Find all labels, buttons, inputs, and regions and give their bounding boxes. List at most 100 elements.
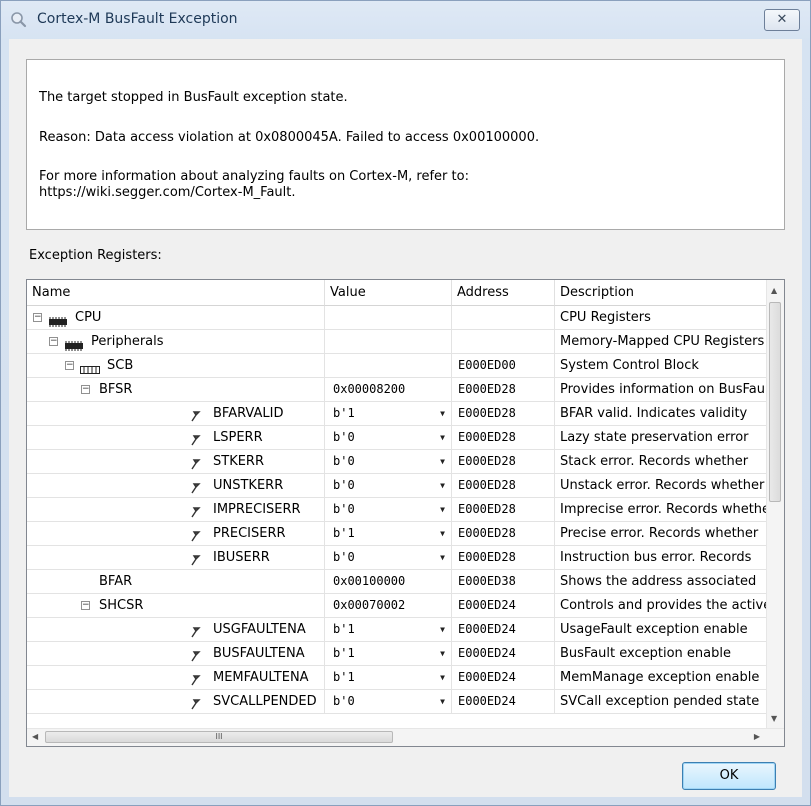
name-cell: MEMFAULTENA	[27, 666, 325, 690]
address-cell: E000ED28	[452, 498, 555, 522]
table-row[interactable]: BFAR 0x00100000 E000ED38 Shows the address …	[27, 570, 767, 594]
value-dropdown[interactable]: b'0 ▼	[325, 426, 452, 450]
bitfield-icon	[189, 527, 201, 545]
description-cell: Instruction bus error. Records	[555, 546, 767, 570]
collapse-toggle-icon[interactable]: −	[81, 385, 90, 394]
scroll-left-icon[interactable]: ◀	[32, 732, 38, 741]
name-cell: PRECISERR	[27, 522, 325, 546]
value-dropdown[interactable]: b'1 ▼	[325, 618, 452, 642]
table-row[interactable]: IMPRECISERR b'0 ▼ E000ED28 Imprecise error. …	[27, 498, 767, 522]
register-value: b'1	[333, 526, 355, 540]
value-dropdown[interactable]: b'0 ▼	[325, 474, 452, 498]
bitfield-icon	[189, 503, 201, 521]
bitfield-icon	[189, 695, 201, 713]
table-row[interactable]: IBUSERR b'0 ▼ E000ED28 Instruction bus error…	[27, 546, 767, 570]
register-value: 0x00100000	[333, 574, 406, 588]
name-cell: − BFSR	[27, 378, 325, 402]
column-header-address[interactable]: Address	[452, 280, 555, 306]
description-cell: Provides information on BusFault	[555, 378, 767, 402]
register-value: b'1	[333, 622, 355, 636]
address-cell: E000ED28	[452, 426, 555, 450]
table-row[interactable]: − BFSR 0x00008200 E000ED28 Provides informat…	[27, 378, 767, 402]
description-cell: System Control Block	[555, 354, 767, 378]
dropdown-arrow-icon[interactable]: ▼	[440, 426, 445, 449]
table-row[interactable]: USGFAULTENA b'1 ▼ E000ED24 UsageFault except…	[27, 618, 767, 642]
description-cell: Imprecise error. Records whether	[555, 498, 767, 522]
register-value: b'0	[333, 550, 355, 564]
table-row[interactable]: UNSTKERR b'0 ▼ E000ED28 Unstack error. Recor…	[27, 474, 767, 498]
register-value: b'1	[333, 646, 355, 660]
value-cell[interactable]: 0x00070002	[325, 594, 452, 618]
description-cell: Lazy state preservation error	[555, 426, 767, 450]
value-dropdown[interactable]: b'1 ▼	[325, 402, 452, 426]
value-cell[interactable]	[325, 330, 452, 354]
value-cell[interactable]: 0x00008200	[325, 378, 452, 402]
register-value: b'0	[333, 478, 355, 492]
table-row[interactable]: STKERR b'0 ▼ E000ED28 Stack error. Records w…	[27, 450, 767, 474]
dropdown-arrow-icon[interactable]: ▼	[440, 522, 445, 545]
column-header-value[interactable]: Value	[325, 280, 452, 306]
value-dropdown[interactable]: b'0 ▼	[325, 690, 452, 714]
name-cell: − SHCSR	[27, 594, 325, 618]
name-cell: BFARVALID	[27, 402, 325, 426]
collapse-toggle-icon[interactable]: −	[65, 361, 74, 370]
collapse-toggle-icon[interactable]: −	[49, 337, 58, 346]
table-row[interactable]: PRECISERR b'1 ▼ E000ED28 Precise error. Reco…	[27, 522, 767, 546]
value-cell[interactable]	[325, 354, 452, 378]
dropdown-arrow-icon[interactable]: ▼	[440, 474, 445, 497]
ok-button[interactable]: OK	[682, 762, 776, 790]
register-value: b'1	[333, 406, 355, 420]
value-dropdown[interactable]: b'1 ▼	[325, 666, 452, 690]
value-dropdown[interactable]: b'0 ▼	[325, 450, 452, 474]
table-row[interactable]: LSPERR b'0 ▼ E000ED28 Lazy state preservatio…	[27, 426, 767, 450]
dropdown-arrow-icon[interactable]: ▼	[440, 690, 445, 713]
message-line-3: For more information about analyzing fau…	[39, 169, 469, 200]
collapse-toggle-icon[interactable]: −	[33, 313, 42, 322]
dropdown-arrow-icon[interactable]: ▼	[440, 546, 445, 569]
dropdown-arrow-icon[interactable]: ▼	[440, 450, 445, 473]
scroll-up-icon[interactable]: ▲	[771, 286, 777, 295]
name-cell: IBUSERR	[27, 546, 325, 570]
table-row[interactable]: − SHCSR 0x00070002 E000ED24 Controls and pro…	[27, 594, 767, 618]
dialog-window: Cortex-M BusFault Exception ✕ The target…	[0, 0, 811, 806]
value-dropdown[interactable]: b'1 ▼	[325, 642, 452, 666]
dropdown-arrow-icon[interactable]: ▼	[440, 402, 445, 425]
value-dropdown[interactable]: b'0 ▼	[325, 498, 452, 522]
column-header-name[interactable]: Name	[27, 280, 325, 306]
dropdown-arrow-icon[interactable]: ▼	[440, 618, 445, 641]
table-row[interactable]: − SCB E000ED00 System Control Block	[27, 354, 767, 378]
bitfield-icon	[189, 551, 201, 569]
table-row[interactable]: − Peripherals Memory-Mapped CPU Registers	[27, 330, 767, 354]
horizontal-scroll-thumb[interactable]: III	[45, 731, 393, 743]
dropdown-arrow-icon[interactable]: ▼	[440, 642, 445, 665]
value-dropdown[interactable]: b'0 ▼	[325, 546, 452, 570]
name-cell: USGFAULTENA	[27, 618, 325, 642]
address-cell: E000ED24	[452, 690, 555, 714]
exception-registers-table[interactable]: Name Value Address Description − CPU CPU R…	[26, 279, 785, 747]
table-row[interactable]: − CPU CPU Registers	[27, 306, 767, 330]
register-value: b'0	[333, 430, 355, 444]
dropdown-arrow-icon[interactable]: ▼	[440, 666, 445, 689]
register-name: SVCALLPENDED	[213, 694, 317, 709]
column-header-description[interactable]: Description	[555, 280, 767, 306]
table-header: Name Value Address Description	[27, 280, 767, 306]
value-dropdown[interactable]: b'1 ▼	[325, 522, 452, 546]
magnifier-icon	[11, 12, 27, 28]
register-name: SHCSR	[99, 598, 144, 613]
table-row[interactable]: SVCALLPENDED b'0 ▼ E000ED24 SVCall exception…	[27, 690, 767, 714]
dropdown-arrow-icon[interactable]: ▼	[440, 498, 445, 521]
horizontal-scrollbar[interactable]: ◀ III ▶	[27, 728, 784, 746]
close-button[interactable]: ✕	[764, 9, 800, 31]
collapse-toggle-icon[interactable]: −	[81, 601, 90, 610]
table-row[interactable]: MEMFAULTENA b'1 ▼ E000ED24 MemManage excepti…	[27, 666, 767, 690]
vertical-scrollbar[interactable]: ▲ ▼	[766, 280, 784, 729]
description-cell: Shows the address associated	[555, 570, 767, 594]
value-cell[interactable]: 0x00100000	[325, 570, 452, 594]
value-cell[interactable]	[325, 306, 452, 330]
table-row[interactable]: BUSFAULTENA b'1 ▼ E000ED24 BusFault exceptio…	[27, 642, 767, 666]
scroll-down-icon[interactable]: ▼	[771, 714, 777, 723]
table-row[interactable]: BFARVALID b'1 ▼ E000ED28 BFAR valid. Indicat…	[27, 402, 767, 426]
address-cell: E000ED28	[452, 474, 555, 498]
vertical-scroll-thumb[interactable]	[769, 302, 781, 502]
scroll-right-icon[interactable]: ▶	[754, 732, 760, 741]
